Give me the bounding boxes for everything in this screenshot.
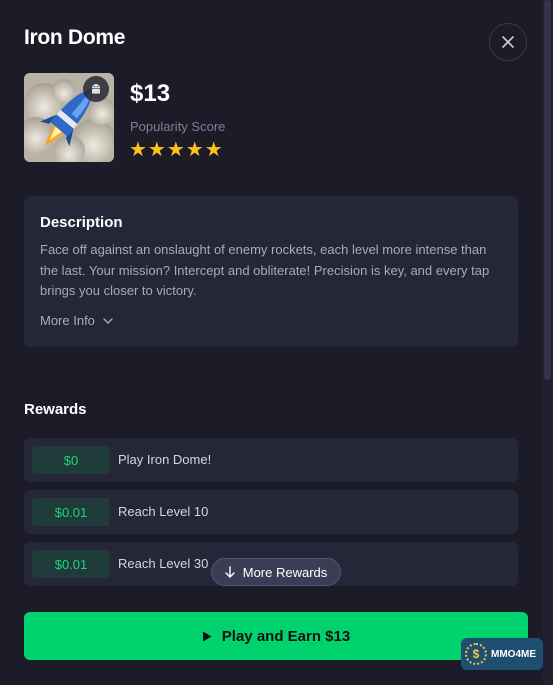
reward-total: $13 bbox=[130, 80, 171, 107]
popularity-label: Popularity Score bbox=[130, 119, 226, 134]
more-rewards-label: More Rewards bbox=[242, 564, 328, 580]
play-and-earn-button[interactable]: Play and Earn $13 bbox=[24, 612, 528, 660]
play-icon bbox=[202, 631, 212, 641]
android-icon bbox=[92, 84, 100, 94]
dollar-coin-icon: $ bbox=[465, 643, 487, 665]
watermark-logo: $ MMO4ME bbox=[461, 638, 543, 670]
close-icon bbox=[502, 36, 514, 48]
more-info-toggle[interactable]: More Info bbox=[40, 313, 113, 328]
reward-label: Reach Level 30 bbox=[118, 556, 209, 571]
reward-amount: $0.01 bbox=[32, 550, 110, 578]
star-rating: ★★★★★ bbox=[129, 139, 224, 161]
rewards-title: Rewards bbox=[24, 401, 87, 418]
reward-amount: $0.01 bbox=[32, 498, 110, 526]
watermark-text: MMO4ME bbox=[491, 648, 536, 660]
arrow-down-icon bbox=[225, 566, 235, 578]
more-info-label: More Info bbox=[40, 313, 95, 328]
more-rewards-button[interactable]: More Rewards bbox=[211, 558, 341, 586]
reward-label: Reach Level 10 bbox=[118, 504, 209, 519]
reward-amount: $0 bbox=[32, 446, 110, 474]
play-and-earn-label: Play and Earn $13 bbox=[221, 627, 351, 645]
game-title: Iron Dome bbox=[24, 26, 126, 49]
game-details-modal: Iron Dome $13 Popularity Score ★★★★★ Des… bbox=[0, 0, 553, 685]
description-title: Description bbox=[40, 214, 123, 231]
description-card: Description Face off against an onslaugh… bbox=[24, 196, 518, 347]
platform-badge bbox=[83, 76, 109, 102]
reward-row: $0.01 Reach Level 10 bbox=[24, 490, 518, 534]
close-button[interactable] bbox=[489, 23, 527, 61]
description-text: Face off against an onslaught of enemy r… bbox=[40, 242, 490, 298]
reward-label: Play Iron Dome! bbox=[118, 452, 212, 467]
scrollbar-thumb[interactable] bbox=[544, 0, 551, 380]
reward-row: $0 Play Iron Dome! bbox=[24, 438, 518, 482]
chevron-down-icon bbox=[103, 317, 113, 324]
